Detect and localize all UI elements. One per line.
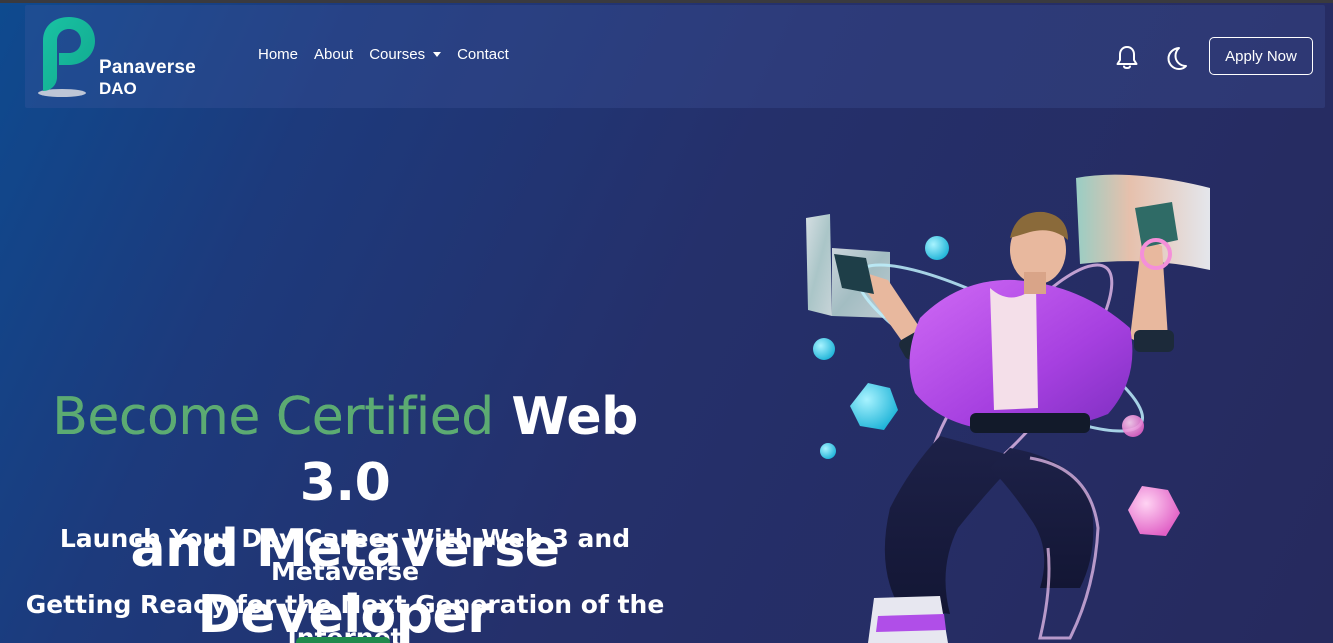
nav-link-contact[interactable]: Contact	[457, 46, 509, 63]
hero-subtitle-line2: Getting Ready for the Next Generation of…	[25, 590, 665, 619]
hero-title-accent: Become Certified	[52, 387, 494, 447]
hero-subtitle-line1: Launch Your Dev Career With Web 3 and Me…	[59, 524, 631, 586]
navbar: Panaverse DAO Home About Courses Contact…	[25, 5, 1325, 108]
nav-link-courses-label: Courses	[369, 46, 426, 63]
nav-link-home[interactable]: Home	[258, 46, 298, 63]
hero-cta-button[interactable]	[296, 637, 390, 643]
apply-now-button[interactable]: Apply Now	[1209, 37, 1313, 75]
nav-link-about[interactable]: About	[314, 46, 353, 63]
metaverse-developer-illustration	[790, 168, 1230, 643]
brand-sub: DAO	[99, 79, 137, 98]
bell-icon[interactable]	[1115, 45, 1139, 71]
brand-logo[interactable]: Panaverse DAO	[35, 15, 196, 100]
hero-subtitle: Launch Your Dev Career With Web 3 and Me…	[0, 522, 690, 643]
caret-down-icon	[433, 52, 442, 57]
panaverse-logo-icon	[38, 17, 95, 97]
nav-link-courses[interactable]: Courses	[369, 46, 442, 63]
nav-links: Home About Courses Contact	[258, 46, 525, 63]
moon-icon[interactable]	[1164, 45, 1188, 71]
window-top-strip	[0, 0, 1333, 3]
brand-name: Panaverse	[99, 57, 196, 78]
